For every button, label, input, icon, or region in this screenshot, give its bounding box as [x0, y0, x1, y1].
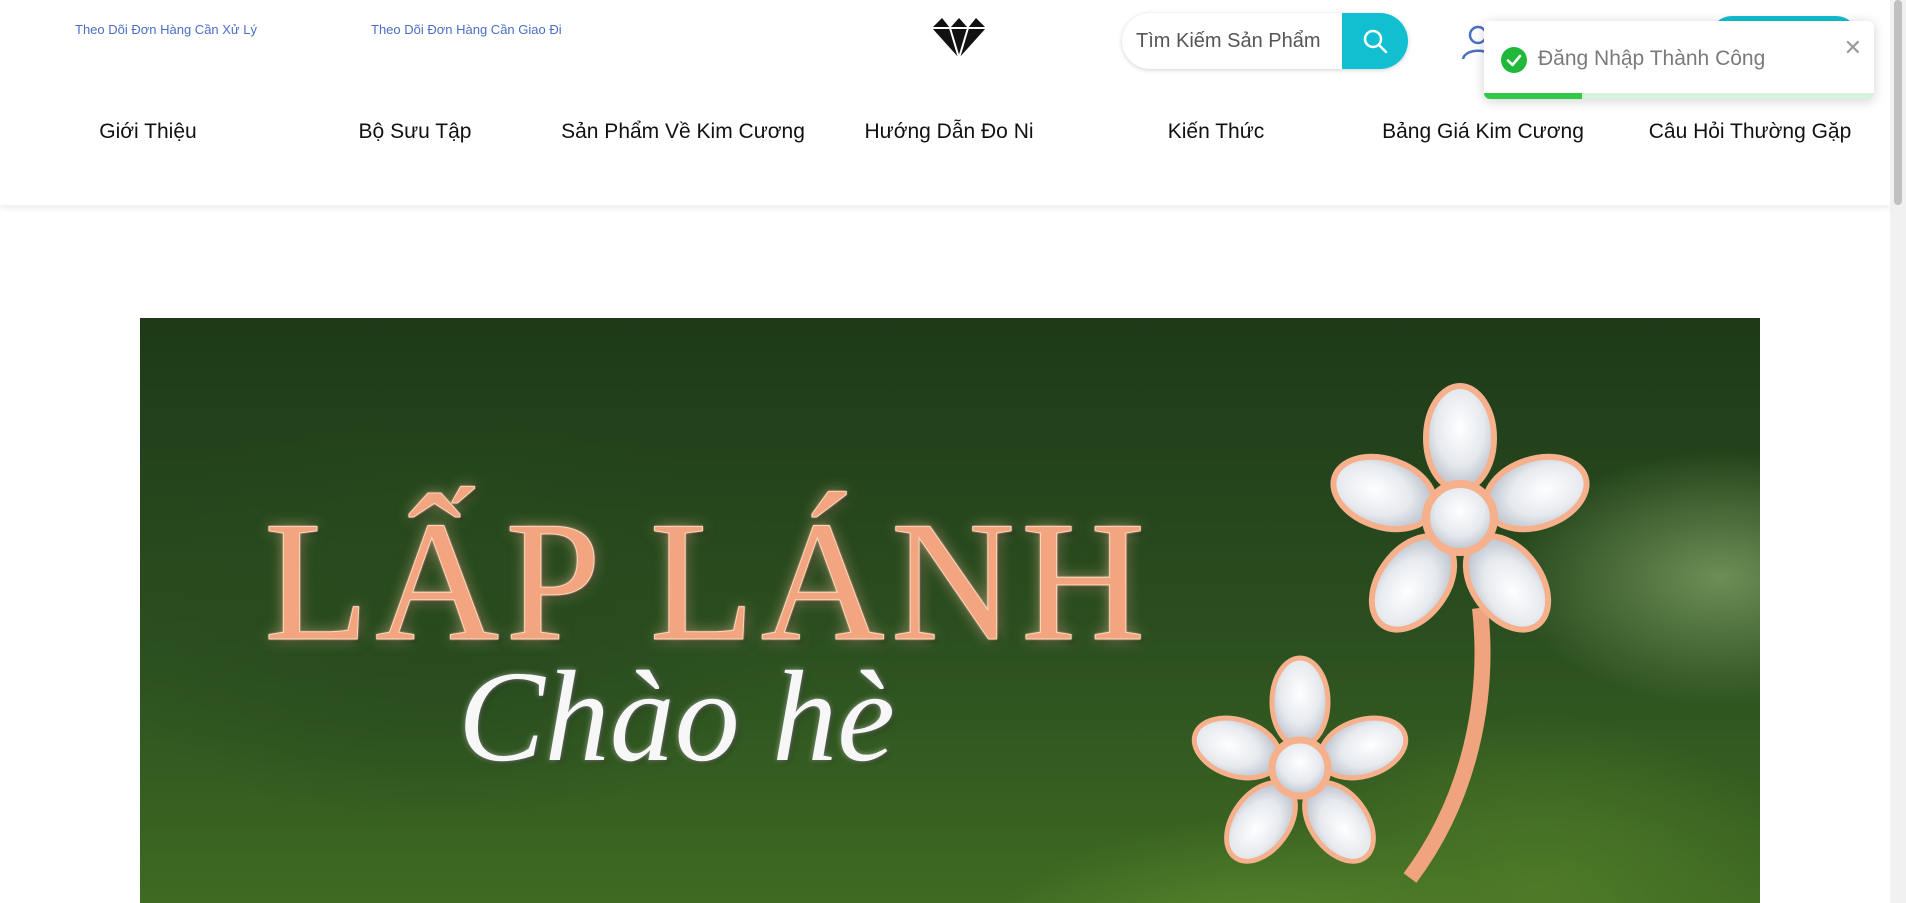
search-icon — [1363, 29, 1388, 54]
nav-item-introduction[interactable]: Giới Thiệu — [99, 120, 196, 144]
close-icon[interactable]: ✕ — [1844, 37, 1862, 59]
track-pending-orders-link[interactable]: Theo Dõi Đơn Hàng Cần Xử Lý — [75, 22, 257, 37]
nav-item-ring-size-guide[interactable]: Hướng Dẫn Đo Ni — [864, 120, 1033, 144]
toast-progress-bar — [1484, 93, 1874, 99]
check-circle-icon — [1501, 47, 1527, 73]
diamond-ring-image — [1191, 383, 1590, 883]
diamond-icon[interactable] — [932, 16, 986, 58]
toast-progress-fill — [1484, 93, 1582, 99]
scrollbar-thumb[interactable] — [1894, 0, 1902, 205]
nav-item-collection[interactable]: Bộ Sưu Tập — [359, 120, 472, 144]
nav-item-diamond-products[interactable]: Sản Phẩm Về Kim Cương — [561, 120, 805, 144]
search-bar — [1122, 13, 1408, 69]
nav-item-faq[interactable]: Câu Hỏi Thường Gặp — [1649, 120, 1852, 144]
banner-subtitle: Chào hè — [458, 645, 895, 789]
search-input[interactable] — [1122, 13, 1342, 69]
toast-message: Đăng Nhập Thành Công — [1538, 47, 1766, 70]
hero-banner[interactable]: LẤP LÁNH Chào hè — [140, 318, 1760, 903]
main-nav: Giới Thiệu Bộ Sưu Tập Sản Phẩm Về Kim Cư… — [0, 120, 1890, 150]
login-success-toast: Đăng Nhập Thành Công ✕ — [1484, 21, 1874, 99]
nav-item-knowledge[interactable]: Kiến Thức — [1168, 120, 1265, 144]
page-scrollbar[interactable] — [1890, 0, 1906, 903]
nav-item-diamond-prices[interactable]: Bảng Giá Kim Cương — [1382, 120, 1584, 144]
track-shipping-orders-link[interactable]: Theo Dõi Đơn Hàng Cần Giao Đi — [371, 22, 562, 37]
search-button[interactable] — [1342, 13, 1408, 69]
